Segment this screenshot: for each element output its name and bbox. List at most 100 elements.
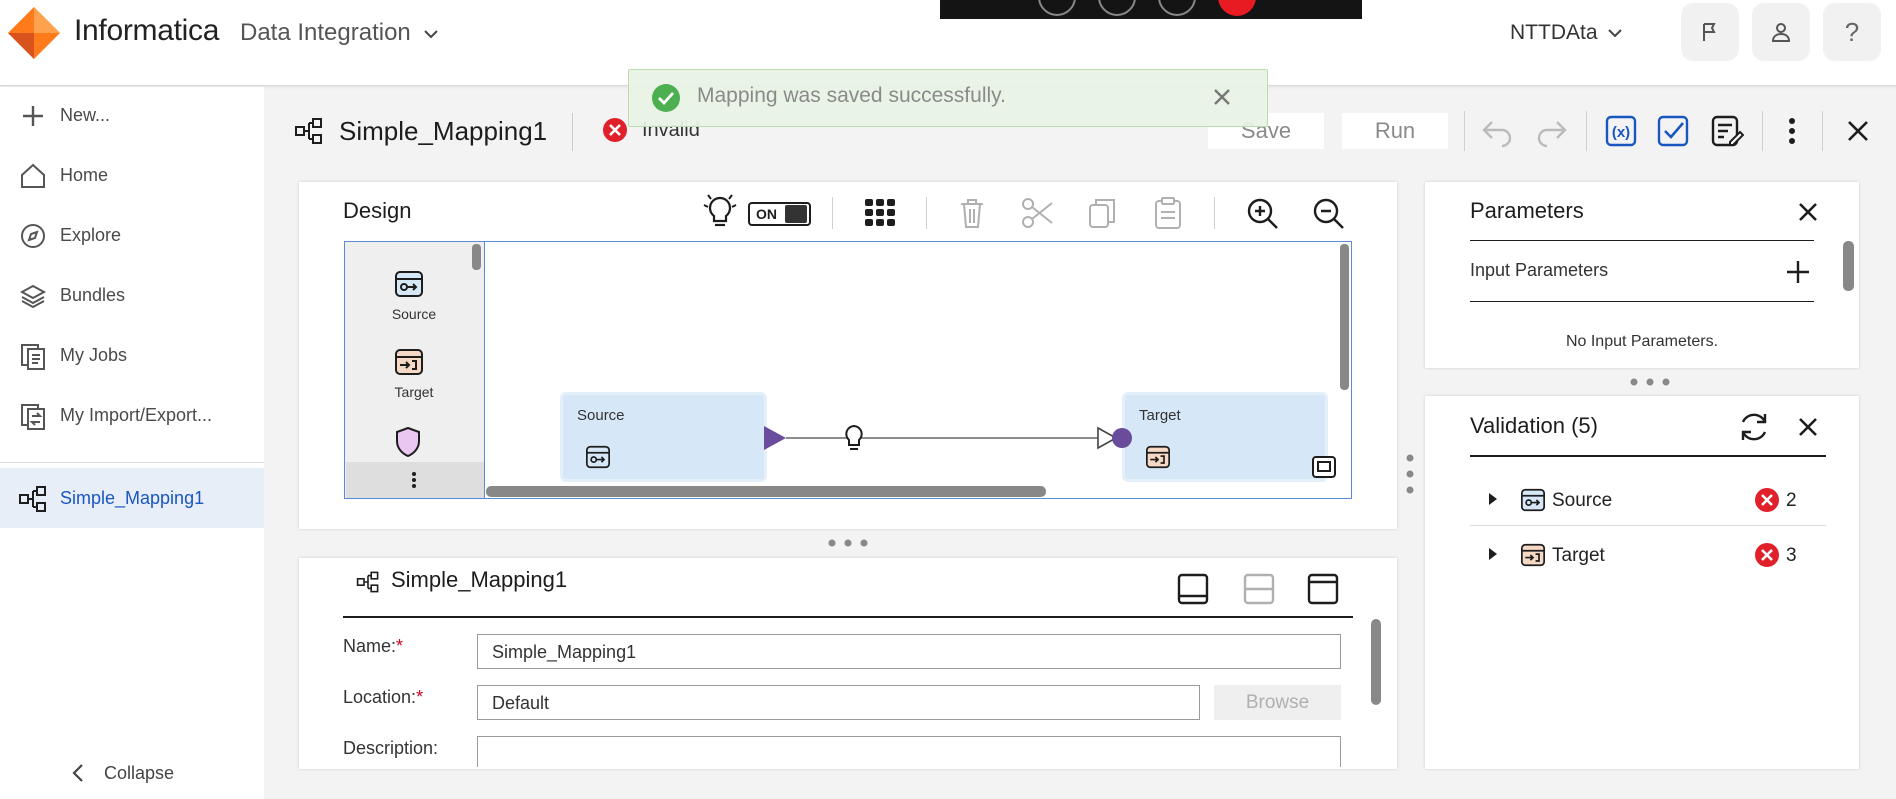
- more-options-icon[interactable]: [1778, 114, 1806, 148]
- close-icon[interactable]: [1211, 86, 1233, 108]
- error-icon: [603, 118, 627, 142]
- dock-top-icon[interactable]: [1306, 572, 1340, 606]
- cut-icon[interactable]: [1020, 195, 1056, 231]
- zoom-in-icon[interactable]: [1244, 195, 1280, 231]
- horizontal-splitter-handle[interactable]: [826, 538, 870, 548]
- link-connector[interactable]: [764, 420, 1136, 456]
- nav-open-mapping[interactable]: Simple_Mapping1: [0, 468, 264, 528]
- mapping-icon: [295, 118, 322, 144]
- chevron-left-icon: [72, 764, 83, 782]
- screen-share-bar: [940, 0, 1362, 19]
- parameters-toggle-icon[interactable]: (x): [1604, 114, 1638, 148]
- copy-icon[interactable]: [1084, 195, 1120, 231]
- validation-title: Validation (5): [1470, 413, 1598, 438]
- validation-row-divider: [1470, 525, 1826, 526]
- nav-explore-label: Explore: [60, 224, 122, 245]
- output-port: [764, 426, 786, 450]
- informatica-logo: [8, 7, 60, 59]
- success-toast: Mapping was saved successfully.: [628, 69, 1268, 127]
- product-switcher[interactable]: Data Integration: [240, 19, 439, 47]
- properties-header-divider: [343, 616, 1353, 618]
- input-parameters-label: Input Parameters: [1470, 260, 1609, 280]
- toast-message: Mapping was saved successfully.: [697, 84, 1006, 107]
- success-check-icon: [652, 84, 680, 112]
- grid-arrange-icon[interactable]: [862, 195, 898, 231]
- org-switcher[interactable]: NTTDAta: [1510, 21, 1623, 45]
- palette-item-label: Source: [391, 306, 437, 322]
- expand-caret-icon[interactable]: [1488, 492, 1498, 506]
- collapse-button[interactable]: Collapse: [70, 762, 174, 784]
- run-button[interactable]: Run: [1342, 113, 1448, 149]
- source-icon: [1521, 488, 1545, 512]
- properties-toggle-icon[interactable]: [1710, 114, 1744, 148]
- validation-divider: [1470, 455, 1826, 457]
- canvas-horizontal-scrollbar[interactable]: [486, 486, 1046, 497]
- chevron-down-icon: [424, 29, 439, 39]
- redo-icon[interactable]: [1533, 114, 1569, 148]
- zoom-out-icon[interactable]: [1310, 195, 1346, 231]
- target-node[interactable]: Target: [1122, 392, 1336, 482]
- close-icon[interactable]: [1796, 415, 1820, 439]
- nav-import-export[interactable]: My Import/Export...: [0, 387, 264, 443]
- delete-icon[interactable]: [954, 195, 990, 231]
- paste-icon[interactable]: [1150, 195, 1186, 231]
- mapping-title: Simple_Mapping1: [339, 116, 548, 146]
- toolbar-divider: [1762, 111, 1763, 151]
- nav-explore[interactable]: Explore: [0, 207, 264, 263]
- link-hint-lightbulb-icon[interactable]: [845, 424, 863, 450]
- description-input[interactable]: [477, 736, 1341, 767]
- validate-toggle-icon[interactable]: [1656, 114, 1690, 148]
- properties-scrollbar[interactable]: [1371, 619, 1381, 705]
- dock-bottom-icon[interactable]: [1176, 572, 1210, 606]
- name-label: Name:*: [343, 636, 403, 657]
- browse-button[interactable]: Browse: [1214, 685, 1341, 720]
- canvas-vertical-scrollbar[interactable]: [1340, 244, 1349, 390]
- design-toolbar-divider: [1214, 197, 1215, 229]
- close-icon[interactable]: [1796, 200, 1820, 224]
- palette-item-target[interactable]: Target: [366, 346, 462, 406]
- flag-button[interactable]: [1681, 3, 1739, 61]
- required-mark: *: [396, 636, 404, 656]
- target-icon: [1146, 445, 1170, 469]
- org-name: NTTDAta: [1510, 21, 1598, 44]
- help-button[interactable]: ?: [1823, 3, 1881, 61]
- toolbar-divider: [1822, 111, 1823, 151]
- shield-icon[interactable]: [394, 426, 422, 458]
- add-parameter-icon[interactable]: [1785, 259, 1811, 285]
- undo-icon[interactable]: [1480, 114, 1516, 148]
- palette-item-source[interactable]: Source: [366, 268, 462, 328]
- nav-new[interactable]: New...: [0, 87, 264, 143]
- location-input[interactable]: Default: [477, 685, 1200, 720]
- jobs-icon: [21, 344, 45, 370]
- palette-scrollbar[interactable]: [472, 244, 481, 270]
- close-icon[interactable]: [1844, 117, 1872, 145]
- validation-item-label: Source: [1552, 490, 1613, 511]
- hints-toggle[interactable]: ON: [748, 202, 811, 226]
- end-call-button[interactable]: [1218, 0, 1256, 16]
- palette-more[interactable]: [346, 462, 484, 498]
- name-input[interactable]: Simple_Mapping1: [477, 634, 1341, 669]
- meeting-control-button[interactable]: [1038, 0, 1076, 16]
- target-icon: [395, 349, 423, 375]
- meeting-control-button[interactable]: [1098, 0, 1136, 16]
- validation-item-source[interactable]: Source 2: [1470, 475, 1826, 529]
- meeting-control-button[interactable]: [1158, 0, 1196, 16]
- description-label: Description:: [343, 738, 439, 758]
- nav-import-export-label: My Import/Export...: [60, 404, 213, 425]
- dock-middle-icon[interactable]: [1242, 572, 1276, 606]
- vertical-splitter-handle[interactable]: [1405, 452, 1415, 496]
- refresh-icon[interactable]: [1737, 410, 1771, 444]
- nav-home-label: Home: [60, 164, 109, 185]
- nav-home[interactable]: Home: [0, 147, 264, 203]
- source-node[interactable]: Source: [560, 392, 767, 482]
- name-label-text: Name:: [343, 636, 397, 656]
- expand-caret-icon[interactable]: [1488, 547, 1498, 561]
- nav-bundles[interactable]: Bundles: [0, 267, 264, 323]
- right-splitter-handle[interactable]: [1628, 377, 1672, 387]
- maximize-node-icon[interactable]: [1311, 455, 1337, 479]
- validation-item-target[interactable]: Target 3: [1470, 530, 1826, 584]
- parameters-scrollbar[interactable]: [1843, 241, 1854, 291]
- parameters-title: Parameters: [1470, 198, 1584, 223]
- user-button[interactable]: [1752, 3, 1810, 61]
- nav-my-jobs[interactable]: My Jobs: [0, 327, 264, 383]
